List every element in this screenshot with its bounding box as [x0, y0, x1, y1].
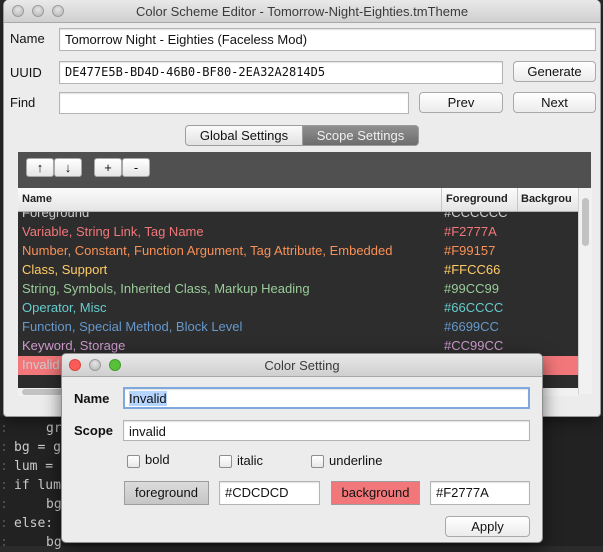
foreground-color-button[interactable]: foreground [124, 481, 209, 505]
foreground-cell: #66CCCC [444, 300, 504, 315]
foreground-cell: #CCCCCC [444, 212, 508, 220]
generate-button[interactable]: Generate [513, 61, 596, 82]
indent-guide: : [0, 535, 8, 550]
window-title: Color Scheme Editor - Tomorrow-Night-Eig… [135, 4, 469, 19]
uuid-label: UUID [10, 65, 42, 80]
table-header: Name Foreground Backgrou [18, 188, 578, 212]
move-up-button[interactable]: ↑ [26, 158, 54, 177]
code-line: lum = [14, 459, 54, 474]
color-setting-dialog: Color Setting Name Invalid Scope invalid… [61, 353, 543, 543]
foreground-hex-input[interactable]: #CDCDCD [219, 481, 320, 505]
dialog-name-label: Name [74, 391, 110, 406]
prev-button[interactable]: Prev [419, 92, 503, 113]
setting-name-input[interactable]: Invalid [123, 387, 530, 409]
bold-checkbox[interactable] [127, 455, 140, 468]
scope-name-cell: Class, Support [22, 262, 108, 277]
foreground-cell: #CC99CC [444, 338, 504, 353]
next-button[interactable]: Next [513, 92, 596, 113]
dialog-scope-label: Scope [74, 423, 114, 438]
scope-name-cell: Number, Constant, Function Argument, Tag… [22, 243, 393, 258]
scope-name-cell: Foreground [22, 212, 90, 220]
foreground-cell: #F99157 [444, 243, 496, 258]
scope-name-cell: Operator, Misc [22, 300, 107, 315]
scope-name-cell: Variable, String Link, Tag Name [22, 224, 204, 239]
foreground-cell: #6699CC [444, 319, 499, 334]
code-line: gr [46, 421, 62, 436]
indent-guide: : [0, 478, 8, 493]
main-titlebar: Color Scheme Editor - Tomorrow-Night-Eig… [4, 0, 600, 23]
find-input[interactable] [59, 92, 409, 114]
background-color-button[interactable]: background [331, 481, 420, 505]
italic-checkbox[interactable] [219, 455, 232, 468]
find-label: Find [10, 95, 36, 110]
dialog-title: Color Setting [264, 358, 340, 373]
code-line: if lum [14, 478, 61, 493]
indent-guide: : [0, 497, 8, 512]
apply-button[interactable]: Apply [445, 516, 530, 537]
scrollbar-thumb[interactable] [582, 198, 589, 246]
underline-checkbox[interactable] [311, 455, 324, 468]
selected-text: Invalid [129, 391, 167, 406]
scope-name-cell: String, Symbols, Inherited Class, Markup… [22, 281, 310, 296]
name-label: Name [10, 31, 45, 46]
table-row[interactable]: Number, Constant, Function Argument, Tag… [18, 242, 578, 261]
dialog-titlebar: Color Setting [62, 354, 542, 377]
code-line: bg [46, 497, 62, 512]
column-header-name[interactable]: Name [22, 193, 52, 205]
add-scope-button[interactable]: + [94, 158, 122, 177]
italic-label: italic [237, 453, 264, 468]
scope-name-cell: Function, Special Method, Block Level [22, 319, 243, 334]
column-divider[interactable] [441, 188, 442, 211]
table-row[interactable]: String, Symbols, Inherited Class, Markup… [18, 280, 578, 299]
indent-guide: : [0, 440, 8, 455]
code-line: else: [14, 516, 54, 531]
vertical-scrollbar[interactable] [578, 188, 592, 394]
scope-name-cell: Keyword, Storage [22, 338, 126, 353]
foreground-cell: #F2777A [444, 224, 497, 239]
scope-input[interactable]: invalid [123, 420, 530, 441]
column-header-foreground[interactable]: Foreground [446, 193, 508, 205]
uuid-input[interactable]: DE477E5B-BD4D-46B0-BF80-2EA32A2814D5 [59, 61, 503, 84]
foreground-cell: #FFCC66 [444, 262, 501, 277]
scheme-name-input[interactable]: Tomorrow Night - Eighties (Faceless Mod) [59, 28, 596, 51]
bold-label: bold [145, 452, 170, 467]
scope-name-cell: Invalid [22, 357, 60, 372]
tab-global-settings[interactable]: Global Settings [185, 125, 303, 146]
move-down-button[interactable]: ↓ [54, 158, 82, 177]
table-row[interactable]: Operator, Misc #66CCCC [18, 299, 578, 318]
table-row[interactable]: Variable, String Link, Tag Name #F2777A [18, 223, 578, 242]
background-hex-input[interactable]: #F2777A [430, 481, 530, 505]
table-row[interactable]: Function, Special Method, Block Level #66… [18, 318, 578, 337]
code-line: bg [46, 535, 62, 550]
column-header-background[interactable]: Backgrou [521, 193, 572, 205]
foreground-cell: #99CC99 [444, 281, 499, 296]
column-divider[interactable] [517, 188, 518, 211]
code-line: bg = g [14, 440, 61, 455]
indent-guide: : [0, 516, 8, 531]
indent-guide: : [0, 459, 8, 474]
underline-label: underline [329, 453, 383, 468]
table-row[interactable]: Class, Support #FFCC66 [18, 261, 578, 280]
table-row[interactable]: Foreground #CCCCCC [18, 212, 578, 223]
indent-guide: : [0, 421, 8, 436]
remove-scope-button[interactable]: - [122, 158, 150, 177]
tab-scope-settings[interactable]: Scope Settings [303, 125, 419, 146]
